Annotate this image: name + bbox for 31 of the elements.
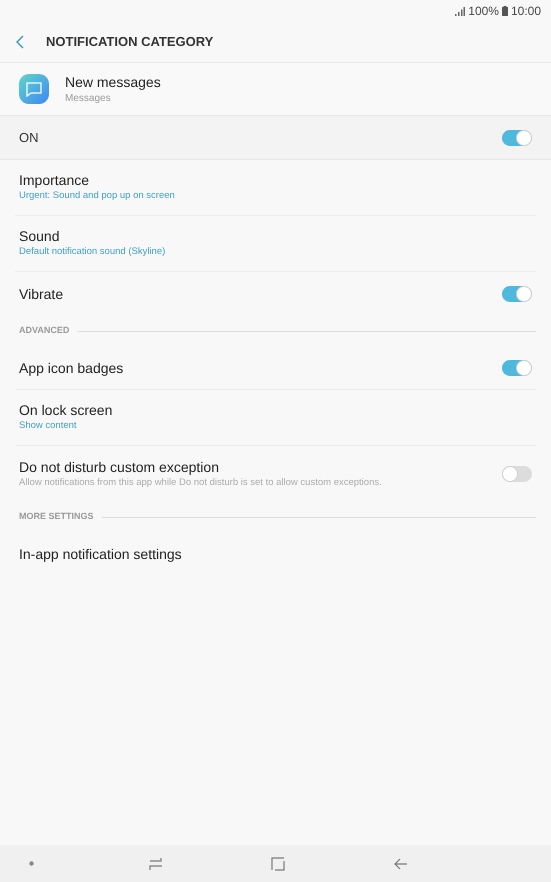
setting-title[interactable]: Do not disturb custom exception (19, 458, 382, 476)
page-title: NOTIFICATION CATEGORY (46, 33, 214, 52)
setting-summary: Show content (19, 419, 78, 434)
toggle-switch[interactable] (502, 360, 532, 376)
home-icon[interactable] (271, 856, 285, 870)
setting-summary: Urgent: Sound and pop up on screen (19, 189, 175, 204)
app-name: Messages (65, 92, 112, 106)
section-header: MORE SETTINGS (19, 510, 94, 524)
battery-icon (502, 6, 508, 16)
setting-title[interactable]: Sound (19, 227, 166, 246)
dot-icon[interactable] (29, 861, 34, 866)
setting-title[interactable]: Vibrate (19, 285, 64, 303)
clock: 10:00 (510, 3, 541, 20)
back-icon[interactable] (394, 858, 408, 870)
section-header: ADVANCED (19, 324, 70, 338)
battery-percentage: 100% (468, 3, 499, 20)
toggle-switch[interactable] (502, 286, 532, 302)
back-icon[interactable] (16, 35, 24, 49)
toggle-switch[interactable] (502, 466, 532, 482)
setting-summary: Default notification sound (Skyline) (19, 245, 166, 260)
setting-summary: Allow notifications from this app while Do not disturb is set to allow custom exceptions. (19, 476, 382, 490)
master-switch-label: ON (19, 128, 38, 147)
toggle-switch[interactable] (502, 130, 532, 146)
setting-title[interactable]: Importance (19, 171, 175, 190)
signal-icon (455, 6, 466, 16)
category-name: New messages (65, 72, 161, 90)
setting-title[interactable]: On lock screen (19, 401, 112, 420)
setting-title[interactable]: In-app notification settings (19, 545, 182, 563)
setting-title[interactable]: App icon badges (19, 358, 124, 376)
recent-apps-icon[interactable] (149, 856, 163, 870)
chat-bubble-icon (19, 74, 49, 104)
